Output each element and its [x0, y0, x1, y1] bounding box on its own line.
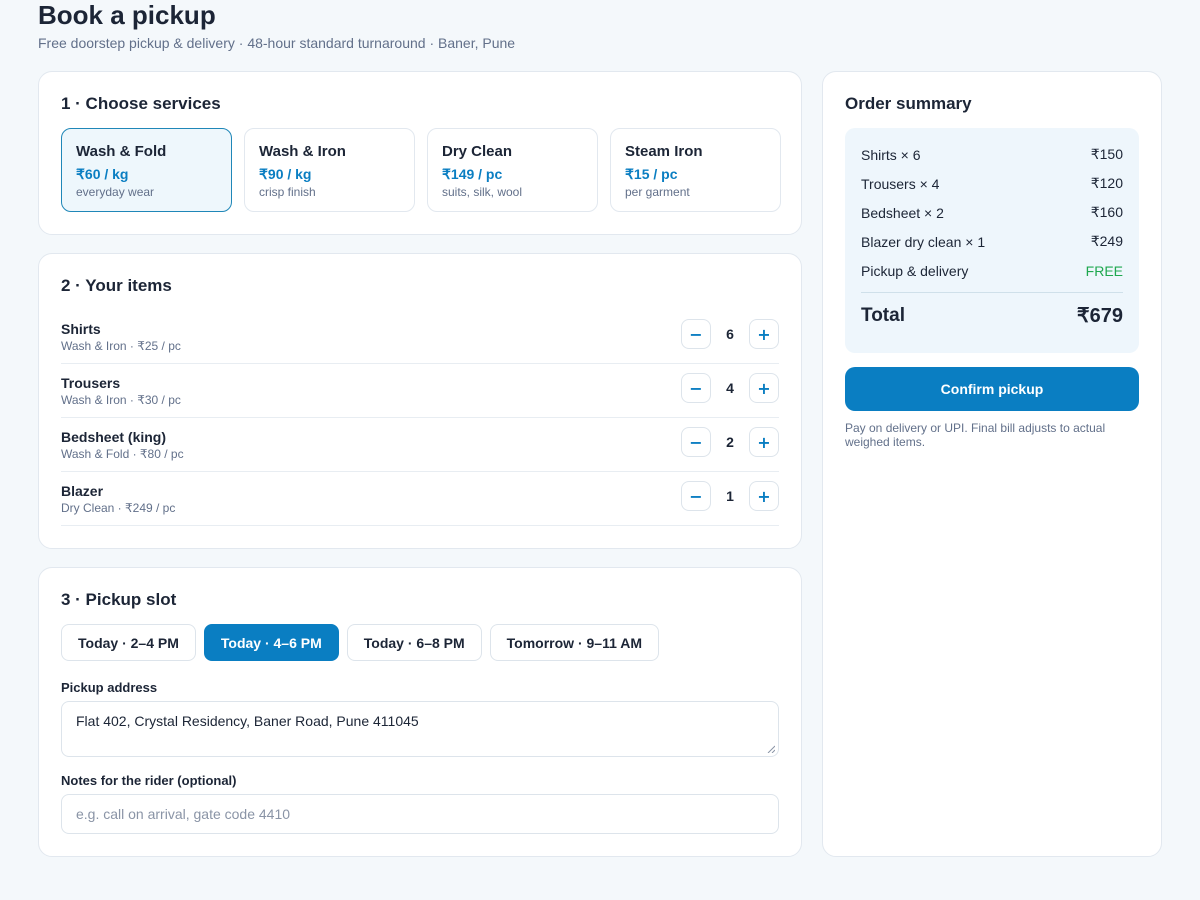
summary-line-value: ₹150 [1090, 146, 1123, 162]
summary-title: Order summary [845, 94, 972, 113]
summary-line-label: Trousers × 4 [861, 175, 940, 192]
summary-divider [861, 292, 1123, 293]
decrement-button[interactable]: − [681, 319, 711, 349]
increment-button[interactable]: + [749, 481, 779, 511]
quantity-stepper: − 4 + [681, 373, 779, 403]
slot-option[interactable]: Today · 2–4 PM [61, 624, 196, 661]
summary-line-label: Blazer dry clean × 1 [861, 233, 986, 250]
summary-line: Shirts × 6 ₹150 [861, 140, 1123, 169]
free-badge: FREE [1085, 262, 1123, 279]
address-field[interactable]: Flat 402, Crystal Residency, Baner Road,… [61, 701, 779, 757]
summary-line: Bedsheet × 2 ₹160 [861, 198, 1123, 227]
service-wash-fold[interactable]: Wash & Fold ₹60 / kg everyday wear [61, 128, 232, 212]
service-desc: crisp finish [259, 185, 316, 199]
items-list: Shirts Wash & Iron · ₹25 / pc − 6 + Trou… [61, 310, 779, 526]
summary-line-value: ₹249 [1090, 233, 1123, 249]
summary-line-value: ₹160 [1090, 204, 1123, 220]
summary-total: Total ₹679 [861, 303, 1123, 328]
item-meta: Wash & Iron · ₹25 / pc [61, 339, 181, 353]
slot-option[interactable]: Tomorrow · 9–11 AM [489, 624, 660, 661]
quantity-value: 1 [726, 488, 734, 504]
total-label: Total [861, 304, 905, 326]
resize-grip-icon[interactable] [767, 745, 775, 753]
increment-button[interactable]: + [749, 427, 779, 457]
pickup-slot-title: 3 · Pickup slot [61, 590, 177, 609]
service-name: Wash & Fold [76, 143, 167, 160]
item-meta: Dry Clean · ₹249 / pc [61, 501, 176, 515]
notes-input[interactable] [61, 794, 779, 834]
page-header: Book a pickup Free doorstep pickup & del… [38, 0, 515, 51]
items-title: 2 · Your items [61, 276, 172, 295]
item-meta: Wash & Fold · ₹80 / pc [61, 447, 184, 461]
summary-line-value: ₹120 [1090, 175, 1123, 191]
summary-line-label: Shirts × 6 [861, 146, 921, 163]
service-steam-iron[interactable]: Steam Iron ₹15 / pc per garment [610, 128, 781, 212]
page-title: Book a pickup [38, 0, 216, 30]
page-subtitle: Free doorstep pickup & delivery · 48-hou… [38, 35, 516, 51]
slot-options: Today · 2–4 PM Today · 4–6 PM Today · 6–… [61, 624, 660, 661]
quantity-value: 4 [726, 380, 734, 396]
service-desc: per garment [625, 185, 690, 199]
summary-line-label: Bedsheet × 2 [861, 204, 944, 221]
quantity-stepper: − 6 + [681, 319, 779, 349]
summary-box: Shirts × 6 ₹150 Trousers × 4 ₹120 Bedshe… [845, 128, 1139, 353]
service-name: Steam Iron [625, 143, 703, 160]
decrement-button[interactable]: − [681, 427, 711, 457]
service-name: Wash & Iron [259, 143, 346, 160]
summary-line-label: Pickup & delivery [861, 262, 969, 279]
item-name: Trousers [61, 375, 121, 391]
service-price: ₹60 / kg [76, 166, 129, 182]
item-row-trousers: Trousers Wash & Iron · ₹30 / pc − 4 + [61, 364, 779, 418]
summary-line: Blazer dry clean × 1 ₹249 [861, 227, 1123, 256]
quantity-stepper: − 1 + [681, 481, 779, 511]
items-card: 2 · Your items Shirts Wash & Iron · ₹25 … [38, 253, 802, 549]
slot-option[interactable]: Today · 6–8 PM [346, 624, 482, 661]
services-title: 1 · Choose services [61, 94, 221, 113]
decrement-button[interactable]: − [681, 373, 711, 403]
service-price: ₹90 / kg [259, 166, 312, 182]
item-name: Bedsheet (king) [61, 429, 167, 445]
decrement-button[interactable]: − [681, 481, 711, 511]
service-price: ₹149 / pc [442, 166, 503, 182]
service-options: Wash & Fold ₹60 / kg everyday wear Wash … [61, 128, 781, 212]
service-price: ₹15 / pc [625, 166, 678, 182]
service-desc: everyday wear [76, 185, 155, 199]
services-card: 1 · Choose services Wash & Fold ₹60 / kg… [38, 71, 802, 235]
order-summary-card: Order summary Shirts × 6 ₹150 Trousers ×… [822, 71, 1162, 857]
confirm-pickup-button[interactable]: Confirm pickup [845, 367, 1139, 411]
item-meta: Wash & Iron · ₹30 / pc [61, 393, 181, 407]
payment-note: Pay on delivery or UPI. Final bill adjus… [845, 421, 1106, 449]
service-dry-clean[interactable]: Dry Clean ₹149 / pc suits, silk, wool [427, 128, 598, 212]
increment-button[interactable]: + [749, 373, 779, 403]
address-label: Pickup address [61, 680, 158, 695]
pickup-slot-card: 3 · Pickup slot Today · 2–4 PM Today · 4… [38, 567, 802, 857]
item-name: Blazer [61, 483, 104, 499]
quantity-value: 6 [726, 326, 734, 342]
slot-option-selected[interactable]: Today · 4–6 PM [203, 624, 339, 661]
service-wash-iron[interactable]: Wash & Iron ₹90 / kg crisp finish [244, 128, 415, 212]
item-row-bedsheet: Bedsheet (king) Wash & Fold · ₹80 / pc −… [61, 418, 779, 472]
quantity-value: 2 [726, 434, 734, 450]
summary-line-delivery: Pickup & delivery FREE [861, 256, 1123, 285]
item-name: Shirts [61, 321, 101, 337]
notes-label: Notes for the rider (optional) [61, 773, 237, 788]
item-row-blazer: Blazer Dry Clean · ₹249 / pc − 1 + [61, 472, 779, 526]
quantity-stepper: − 2 + [681, 427, 779, 457]
item-row-shirts: Shirts Wash & Iron · ₹25 / pc − 6 + [61, 310, 779, 364]
service-desc: suits, silk, wool [442, 185, 523, 199]
address-text: Flat 402, Crystal Residency, Baner Road,… [76, 713, 419, 729]
increment-button[interactable]: + [749, 319, 779, 349]
service-name: Dry Clean [442, 143, 513, 160]
total-value: ₹679 [1076, 305, 1123, 327]
summary-line: Trousers × 4 ₹120 [861, 169, 1123, 198]
